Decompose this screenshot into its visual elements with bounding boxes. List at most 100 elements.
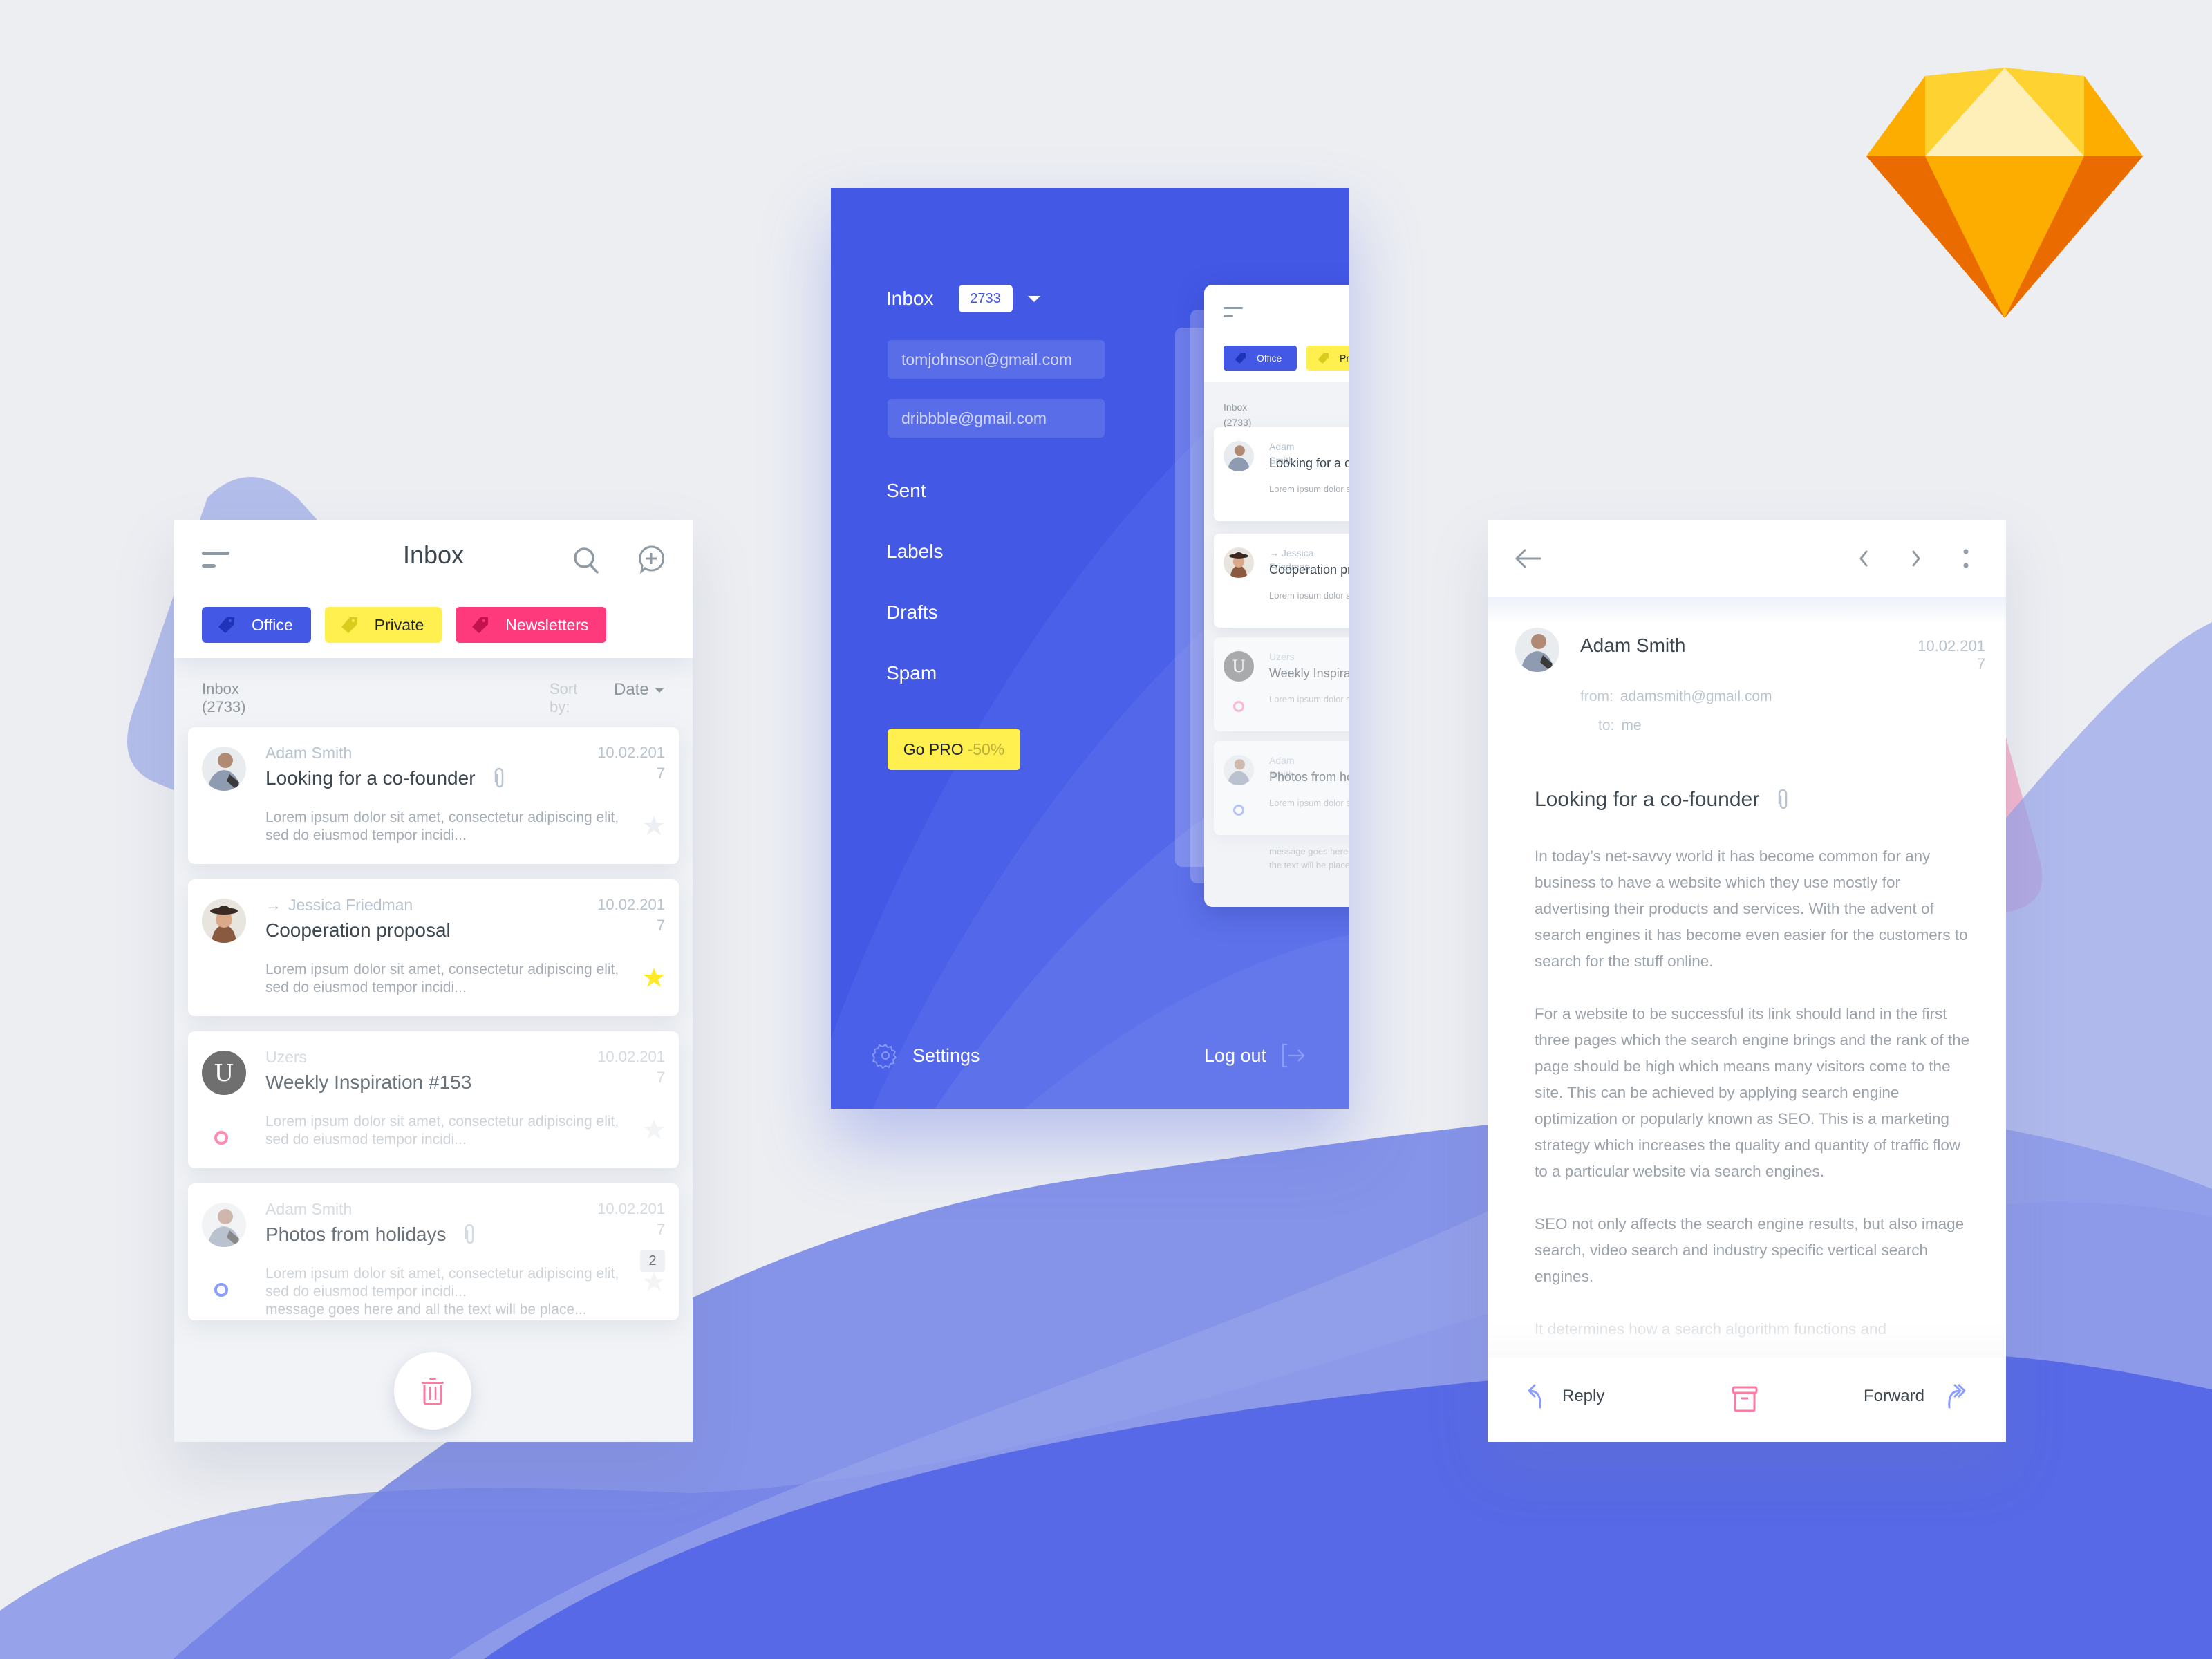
attachment-icon [465,1224,474,1244]
forward-icon [1948,1384,1966,1409]
forward-label: Forward [1863,1387,1924,1405]
avatar [1224,755,1254,785]
to-field: to: me [1598,718,1642,733]
sort-label: Sort by: [550,680,578,715]
back-arrow-icon[interactable] [1512,543,1543,574]
message-subject: Looking for a co-founder [1535,788,1790,812]
message-item[interactable]: U Uzers 10.02.2017 Weekly Inspiration #1… [188,1031,679,1168]
star-icon[interactable] [643,814,665,836]
message-preview: Lorem ipsum dolor sit amet, consectetur … [265,962,619,995]
label-filters: Office Private Newsletters [202,607,607,643]
avatar [1515,628,1559,672]
sort-dropdown[interactable]: Date [614,680,664,700]
go-pro-button[interactable]: Go PRO -50% [888,729,1020,770]
reply-button[interactable]: Reply [1526,1382,1604,1410]
avatar [202,899,246,943]
sender-name: Adam Smith [265,744,353,762]
account-item[interactable]: dribbble@gmail.com [888,399,1105,438]
message-preview: Lorem ipsum dolor sit amet, adipiscing e… [1269,798,1349,808]
menu-item-sent[interactable]: Sent [886,480,926,502]
from-address[interactable]: adamsmith@gmail.com [1620,688,1772,704]
message-date: 10.02.2017 [597,1200,665,1238]
search-icon[interactable] [571,545,601,575]
sender-name: Adam Smith [265,1200,353,1218]
message-preview: Lorem ipsum dolor sit amet, adipiscing e… [1269,484,1349,494]
logout-button[interactable]: Log out [1204,1042,1306,1069]
message-preview: Lorem ipsum dolor sit amet, adipiscing e… [1269,590,1349,601]
preview-tags: Office Private [1224,346,1349,371]
menu-item-labels[interactable]: Labels [886,541,944,563]
tag-icon [341,617,357,633]
message-subject: Cooperation proposal [265,919,451,941]
promo-discount: -50% [967,740,1005,758]
detail-toolbar [1488,520,2006,597]
folder-count: (2733) [202,698,246,715]
unread-indicator [1233,701,1244,712]
preview-message-item: Adam Smith Looking for a co-founder Lore… [1214,427,1349,521]
subject-text: Looking for a co-founder [265,767,476,789]
tag-icon [1318,353,1329,364]
inbox-preview[interactable]: Office Private Inbox (2733) Adam Smith L… [1204,285,1349,907]
message-item[interactable]: → Jessica Friedman 10.02.2017 Cooperation… [188,879,679,1016]
unread-indicator [214,1283,228,1297]
body-paragraph: SEO not only affects the search engine r… [1535,1215,1965,1285]
star-icon[interactable] [643,1118,665,1141]
menu-item-drafts[interactable]: Drafts [886,601,938,624]
message-body: In today’s net-savvy world it has become… [1535,843,1970,1369]
tag-newsletters[interactable]: Newsletters [456,607,607,643]
more-options-icon[interactable] [1951,543,1981,574]
inbox-label: Inbox [886,288,934,309]
star-icon[interactable] [643,966,665,988]
thread-count-badge: 2 [640,1250,665,1272]
delete-button[interactable] [394,1352,471,1430]
tag-private: Private [1306,346,1349,371]
preview-folder-summary: Inbox (2733) [1224,402,1252,428]
preview-header: Office Private [1204,285,1349,382]
attachment-icon[interactable] [1777,789,1790,811]
message-date: 10.02.2017 [597,1048,665,1086]
message-preview: Lorem ipsum dolor sit amet, adipiscing e… [1269,694,1349,704]
reply-icon [1528,1384,1541,1409]
subject-text: Weekly Inspiration #153 [265,1071,472,1093]
inbox-count-badge: 2733 [958,285,1013,312]
forwarded-icon: → [265,896,281,914]
folder-summary: Inbox (2733) [202,680,246,716]
forward-button[interactable]: Forward [1864,1382,1967,1410]
tag-icon [1235,353,1246,364]
message-date: 10.02.2017 [1918,637,1985,673]
inbox-switcher[interactable]: Inbox 2733 [886,285,1040,312]
star-icon[interactable] [643,1271,665,1293]
unread-indicator [1233,805,1244,816]
tag-private[interactable]: Private [324,607,442,643]
unread-indicator [214,1131,228,1145]
tag-office[interactable]: Office [202,607,311,643]
subject-text: Cooperation proposal [265,919,451,941]
tag-icon [218,617,234,633]
chevron-left-icon[interactable] [1848,543,1879,574]
page-title: Inbox [402,541,465,569]
archive-icon[interactable] [1731,1385,1759,1413]
message-item[interactable]: Adam Smith 10.02.2017 Looking for a co-f… [188,727,679,864]
message-preview: Lorem ipsum dolor sit amet, consectetur … [265,809,619,843]
menu-item-spam[interactable]: Spam [886,662,937,684]
settings-button[interactable]: Settings [872,1042,980,1069]
from-field: from: adamsmith@gmail.com [1580,688,1772,704]
message-subject: Weekly Inspiration #153 [1269,666,1349,680]
tag-icon [472,617,489,633]
logout-icon [1282,1043,1305,1068]
chevron-right-icon[interactable] [1901,543,1931,574]
logout-label: Log out [1203,1044,1266,1066]
compose-icon[interactable] [636,543,666,574]
sketch-logo-icon [1866,68,2143,318]
settings-label: Settings [912,1044,980,1066]
message-subject: Photos from holidays [265,1224,476,1246]
gear-icon [872,1043,897,1069]
message-item[interactable]: Adam Smith 10.02.2017 2 Photos from holi… [188,1183,679,1320]
tag-office: Office [1224,346,1297,371]
sender-name: Uzers [265,1048,308,1066]
inbox-header: Inbox Office Private Newsletters [174,520,693,658]
message-subject: Cooperation proposal [1269,563,1349,577]
preview-message-item: → Jessica Friedman Cooperation proposal … [1214,534,1349,628]
avatar [202,1203,246,1247]
account-item[interactable]: tomjohnson@gmail.com [888,340,1105,379]
